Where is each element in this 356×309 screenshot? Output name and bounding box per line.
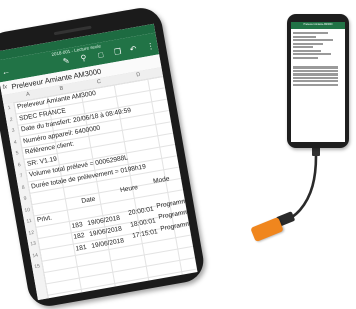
text-line	[293, 83, 338, 86]
phone-body: Preleveur Amiante AM3000	[287, 14, 349, 148]
text-line	[293, 53, 331, 56]
text-line	[293, 69, 338, 73]
text-line	[293, 42, 323, 45]
app-title: Preleveur Amiante AM3000	[303, 23, 333, 26]
text-line	[293, 39, 333, 42]
text-line	[293, 49, 321, 52]
text-content	[293, 31, 343, 140]
text-line	[293, 35, 316, 38]
text-line	[293, 73, 338, 76]
text-line	[293, 32, 328, 35]
small-smartphone: Preleveur Amiante AM3000	[287, 14, 349, 148]
text-line	[293, 46, 313, 49]
text-line	[293, 80, 338, 83]
text-line	[293, 56, 318, 59]
text-line	[293, 66, 338, 69]
app-header-bar: Preleveur Amiante AM3000	[291, 22, 345, 29]
text-line	[293, 76, 338, 79]
phone-screen: Preleveur Amiante AM3000	[291, 22, 345, 142]
